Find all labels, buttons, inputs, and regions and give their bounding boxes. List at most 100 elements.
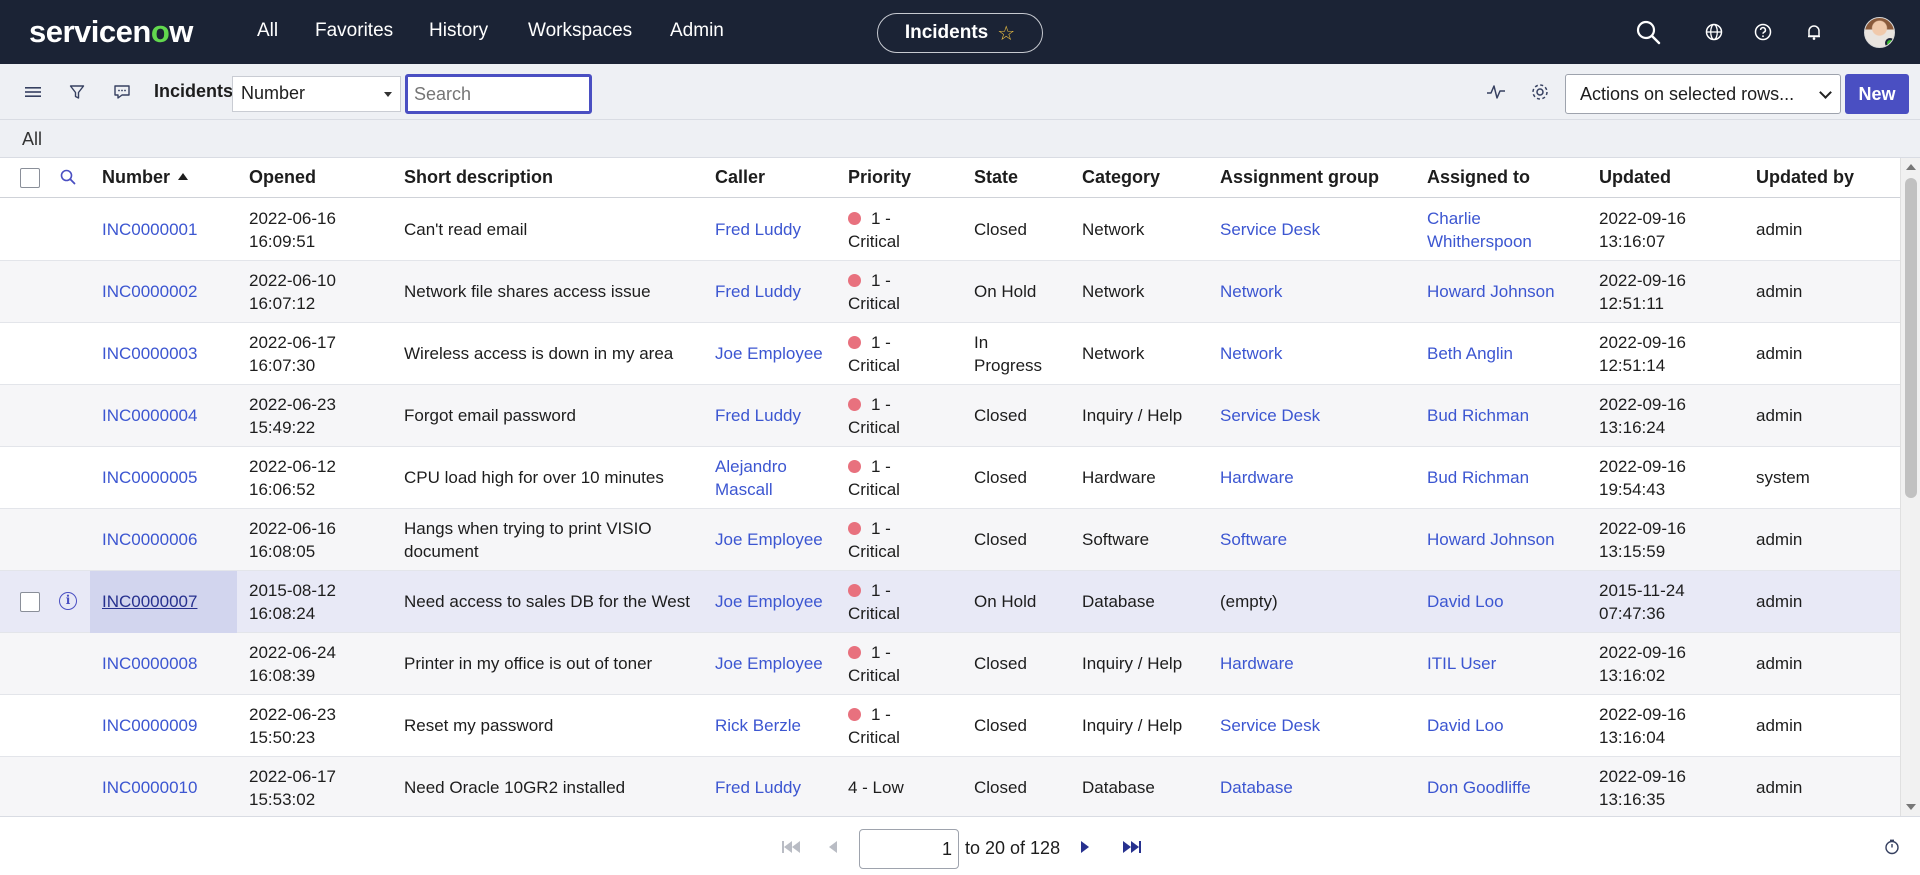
help-icon[interactable] [1749, 18, 1777, 46]
cell-caller-link[interactable]: Joe Employee [715, 652, 835, 675]
column-header-category[interactable]: Category [1082, 167, 1160, 188]
table-row[interactable]: INC0000003 2022-06-17 16:07:30 Wireless acc… [0, 323, 1900, 385]
servicenow-logo[interactable]: servicen o w [29, 12, 193, 52]
scroll-down-arrow-icon[interactable] [1906, 804, 1916, 810]
cell-caller-link[interactable]: Joe Employee [715, 590, 835, 613]
cell-assigned-to-link[interactable]: Beth Anglin [1427, 342, 1587, 365]
column-header-caller[interactable]: Caller [715, 167, 765, 188]
incident-number-link[interactable]: INC0000001 [102, 218, 197, 241]
incident-number-link[interactable]: INC0000009 [102, 714, 197, 737]
table-row[interactable]: i INC0000007 2015-08-12 16:08:24 Need access… [0, 571, 1900, 633]
cell-assigned-to-link[interactable]: Bud Richman [1427, 466, 1587, 489]
cell-assignment-group[interactable]: Network [1220, 280, 1282, 303]
previous-page-button[interactable] [829, 836, 837, 858]
globe-icon[interactable] [1700, 18, 1728, 46]
cell-assigned-to-link[interactable]: Don Goodliffe [1427, 776, 1587, 799]
cell-assigned-to-link[interactable]: Charlie Whitherspoon [1427, 207, 1587, 253]
menu-workspaces[interactable]: Workspaces [528, 20, 632, 42]
table-row[interactable]: INC0000010 2022-06-17 15:53:02 Need Oracle … [0, 757, 1900, 816]
cell-caller-link[interactable]: Joe Employee [715, 342, 835, 365]
column-header-updated[interactable]: Updated [1599, 167, 1671, 188]
response-time-icon[interactable] [1884, 839, 1900, 860]
table-row[interactable]: INC0000009 2022-06-23 15:50:23 Reset my pas… [0, 695, 1900, 757]
cell-assigned-to-link[interactable]: Howard Johnson [1427, 528, 1587, 551]
incident-number-link[interactable]: INC0000005 [102, 466, 197, 489]
scroll-up-arrow-icon[interactable] [1906, 164, 1916, 170]
cell-number[interactable]: INC0000009 [90, 695, 237, 757]
table-scrollbar[interactable] [1900, 158, 1920, 816]
cell-assigned-to-link[interactable]: David Loo [1427, 714, 1587, 737]
cell-number[interactable]: INC0000008 [90, 633, 237, 695]
incident-number-link[interactable]: INC0000002 [102, 280, 197, 303]
cell-assignment-group[interactable]: Service Desk [1220, 714, 1320, 737]
row-select-checkbox[interactable] [20, 592, 40, 612]
cell-number[interactable]: INC0000002 [90, 261, 237, 323]
column-header-updated-by[interactable]: Updated by [1756, 167, 1854, 188]
cell-assigned-to-link[interactable]: David Loo [1427, 590, 1587, 613]
last-page-button[interactable] [1123, 836, 1141, 858]
gear-icon[interactable] [1528, 80, 1552, 104]
column-header-short-description[interactable]: Short description [404, 167, 553, 188]
menu-all[interactable]: All [257, 20, 278, 42]
cell-assigned-to-link[interactable]: Bud Richman [1427, 404, 1587, 427]
cell-number[interactable]: INC0000010 [90, 757, 237, 816]
info-icon[interactable]: i [59, 592, 77, 610]
table-row[interactable]: INC0000005 2022-06-12 16:06:52 CPU load hig… [0, 447, 1900, 509]
select-all-checkbox[interactable] [20, 168, 40, 188]
activity-stream-icon[interactable] [110, 80, 134, 104]
menu-history[interactable]: History [429, 20, 488, 42]
user-avatar[interactable] [1864, 17, 1895, 48]
scrollbar-thumb[interactable] [1905, 178, 1917, 498]
cell-number[interactable]: INC0000005 [90, 447, 237, 509]
column-header-assigned-to[interactable]: Assigned to [1427, 167, 1530, 188]
search-input[interactable] [405, 74, 592, 114]
cell-assigned-to-link[interactable]: Howard Johnson [1427, 280, 1587, 303]
cell-assignment-group[interactable]: Database [1220, 776, 1293, 799]
column-search-icon[interactable] [59, 168, 77, 191]
favorite-star-icon[interactable]: ☆ [997, 21, 1015, 46]
table-row[interactable]: INC0000004 2022-06-23 15:49:22 Forgot email… [0, 385, 1900, 447]
cell-assigned-to-link[interactable]: ITIL User [1427, 652, 1587, 675]
menu-favorites[interactable]: Favorites [315, 20, 393, 42]
cell-number[interactable]: INC0000001 [90, 199, 237, 261]
pulse-icon[interactable] [1484, 80, 1508, 104]
page-number-input[interactable] [859, 829, 959, 869]
cell-caller-link[interactable]: Joe Employee [715, 528, 835, 551]
menu-admin[interactable]: Admin [670, 20, 724, 42]
bell-icon[interactable] [1800, 18, 1828, 46]
column-header-priority[interactable]: Priority [848, 167, 911, 188]
cell-assignment-group[interactable]: Software [1220, 528, 1287, 551]
column-header-state[interactable]: State [974, 167, 1018, 188]
incident-number-link[interactable]: INC0000006 [102, 528, 197, 551]
cell-assignment-group[interactable]: Service Desk [1220, 218, 1320, 241]
cell-assignment-group[interactable]: Hardware [1220, 466, 1294, 489]
actions-on-selected-rows-select[interactable]: Actions on selected rows... [1565, 74, 1841, 114]
column-header-assignment-group[interactable]: Assignment group [1220, 167, 1379, 188]
incident-number-link[interactable]: INC0000003 [102, 342, 197, 365]
column-header-opened[interactable]: Opened [249, 167, 316, 188]
cell-number[interactable]: INC0000003 [90, 323, 237, 385]
next-page-button[interactable] [1081, 836, 1089, 858]
cell-caller-link[interactable]: Fred Luddy [715, 218, 835, 241]
cell-number[interactable]: INC0000006 [90, 509, 237, 571]
cell-caller-link[interactable]: Fred Luddy [715, 776, 835, 799]
search-icon[interactable] [1634, 18, 1662, 46]
cell-number[interactable]: INC0000007 [90, 571, 237, 633]
table-row[interactable]: INC0000006 2022-06-16 16:08:05 Hangs when t… [0, 509, 1900, 571]
new-button[interactable]: New [1845, 74, 1909, 114]
incident-number-link[interactable]: INC0000004 [102, 404, 197, 427]
incident-number-link[interactable]: INC0000007 [102, 590, 197, 613]
cell-caller-link[interactable]: Fred Luddy [715, 280, 835, 303]
column-header-number[interactable]: Number [102, 167, 189, 188]
incident-number-link[interactable]: INC0000008 [102, 652, 197, 675]
cell-number[interactable]: INC0000004 [90, 385, 237, 447]
incident-number-link[interactable]: INC0000010 [102, 776, 197, 799]
cell-caller-link[interactable]: Fred Luddy [715, 404, 835, 427]
table-row[interactable]: INC0000001 2022-06-16 16:09:51 Can't read e… [0, 199, 1900, 261]
first-page-button[interactable] [782, 836, 800, 858]
cell-assignment-group[interactable]: Network [1220, 342, 1282, 365]
breadcrumb-all[interactable]: All [22, 129, 42, 150]
hamburger-menu-icon[interactable] [21, 80, 45, 104]
cell-caller-link[interactable]: Alejandro Mascall [715, 455, 835, 501]
filter-icon[interactable] [65, 80, 89, 104]
